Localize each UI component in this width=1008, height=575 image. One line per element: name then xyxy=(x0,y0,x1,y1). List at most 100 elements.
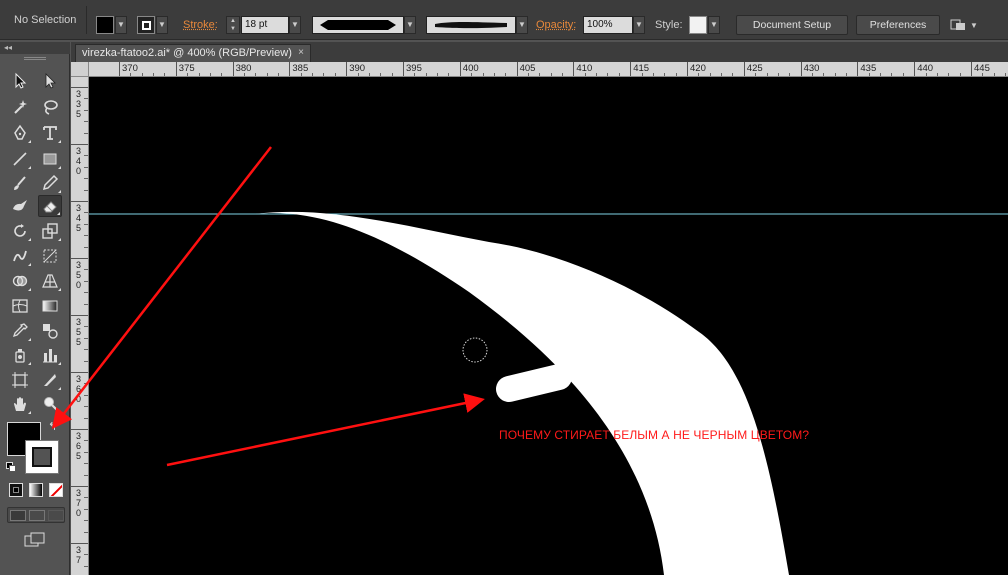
tool-group-indicator xyxy=(58,288,61,291)
gradient-tool[interactable] xyxy=(38,295,62,317)
opacity-input[interactable]: 100% xyxy=(583,16,633,34)
pencil-tool[interactable] xyxy=(38,172,62,194)
warp-tool[interactable] xyxy=(8,245,32,267)
mesh-tool[interactable] xyxy=(8,295,32,317)
arrange-documents-button[interactable]: ▼ xyxy=(950,16,980,34)
artboard-tool[interactable] xyxy=(8,369,32,391)
tools-panel-header[interactable]: ◂◂ xyxy=(0,42,70,54)
rotate-tool[interactable] xyxy=(8,220,32,242)
swap-fill-stroke-icon[interactable]: ↰ xyxy=(48,420,57,433)
brush-definition[interactable] xyxy=(426,16,516,34)
pen-tool[interactable] xyxy=(8,122,32,144)
scale-tool[interactable] xyxy=(38,220,62,242)
ruler-major-tick xyxy=(71,429,88,430)
ruler-major-tick xyxy=(71,87,88,88)
stroke-label[interactable]: Stroke: xyxy=(183,16,218,34)
perspective-grid-tool[interactable] xyxy=(38,270,62,292)
document-setup-button[interactable]: Document Setup xyxy=(736,15,848,35)
stroke-color-box[interactable] xyxy=(25,440,59,474)
stroke-weight-input[interactable]: 18 pt xyxy=(241,16,289,34)
style-swatch[interactable] xyxy=(689,16,707,34)
separator xyxy=(86,6,87,34)
ruler-tick-label: 3 4 0 xyxy=(76,146,82,176)
draw-behind-button[interactable] xyxy=(29,510,45,521)
tool-group-indicator xyxy=(58,166,61,169)
eraser-cursor-icon xyxy=(462,337,488,363)
fill-dropdown-arrow[interactable]: ▼ xyxy=(115,16,127,34)
style-label: Style: xyxy=(655,19,683,31)
column-graph-tool[interactable] xyxy=(38,344,62,366)
eraser-tool[interactable] xyxy=(38,195,62,217)
stroke-swatch[interactable] xyxy=(137,16,155,34)
opacity-dropdown[interactable]: ▼ xyxy=(633,16,645,34)
free-transform-tool[interactable] xyxy=(38,245,62,267)
ruler-tick-label: 3 7 xyxy=(76,545,82,565)
direct-selection-tool[interactable] xyxy=(38,70,62,92)
eyedropper-tool[interactable] xyxy=(8,320,32,342)
ruler-major-tick xyxy=(71,144,88,145)
gradient-mode-button[interactable] xyxy=(29,483,43,497)
paintbrush-icon xyxy=(14,176,26,190)
draw-inside-button[interactable] xyxy=(48,510,64,521)
ruler-tick-label: 3 5 0 xyxy=(76,260,82,290)
ruler-major-tick xyxy=(403,62,404,76)
scale-icon xyxy=(42,223,58,239)
ruler-major-tick xyxy=(71,201,88,202)
hand-tool[interactable] xyxy=(8,393,32,415)
blob-brush-tool[interactable] xyxy=(8,195,32,217)
stroke-weight-dropdown[interactable]: ▼ xyxy=(289,16,301,34)
tool-group-indicator xyxy=(28,140,31,143)
opacity-label[interactable]: Opacity: xyxy=(536,16,576,34)
blend-tool[interactable] xyxy=(38,320,62,342)
blend-icon xyxy=(43,324,58,339)
line-segment-icon xyxy=(13,152,27,166)
brush-stroke-icon xyxy=(435,22,507,29)
screen-mode-button[interactable] xyxy=(24,532,46,548)
horizontal-ruler[interactable]: 370 375 380 385 390 395 400 405 410 415 420 425 430 4… xyxy=(89,62,1008,77)
symbol-sprayer-tool[interactable] xyxy=(8,344,32,366)
none-mode-button[interactable] xyxy=(49,483,63,497)
ruler-major-tick xyxy=(71,315,88,316)
tool-group-indicator xyxy=(28,166,31,169)
variable-width-profile[interactable] xyxy=(312,16,404,34)
magic-wand-tool[interactable] xyxy=(8,96,32,118)
default-fill-stroke-icon[interactable] xyxy=(6,462,16,472)
ruler-major-tick xyxy=(573,62,575,76)
type-t-icon xyxy=(43,126,57,140)
draw-normal-button[interactable] xyxy=(10,510,26,521)
color-mode-button[interactable] xyxy=(9,483,23,497)
tool-group-indicator xyxy=(58,362,61,365)
selection-tool[interactable] xyxy=(8,70,32,92)
shape-builder-tool[interactable] xyxy=(8,270,32,292)
document-tab[interactable]: virezka-ftatoo2.ai* @ 400% (RGB/Preview)… xyxy=(75,44,311,62)
ruler-major-tick xyxy=(346,62,348,76)
eraser-white-stroke[interactable] xyxy=(496,364,572,402)
style-dropdown[interactable]: ▼ xyxy=(708,16,720,34)
ruler-tick-label: 3 6 0 xyxy=(76,374,82,404)
slice-tool[interactable] xyxy=(38,369,62,391)
paintbrush-tool[interactable] xyxy=(8,172,32,194)
preferences-button[interactable]: Preferences xyxy=(856,15,940,35)
ruler-major-tick xyxy=(232,62,234,76)
stroke-weight-stepper[interactable]: ▲ ▼ xyxy=(226,16,240,34)
width-profile-dropdown[interactable]: ▼ xyxy=(404,16,416,34)
tool-group-indicator xyxy=(58,238,61,241)
ruler-major-tick xyxy=(289,62,291,76)
fill-swatch[interactable] xyxy=(96,16,114,34)
ruler-origin[interactable] xyxy=(71,62,89,77)
lasso-tool[interactable] xyxy=(38,96,62,118)
stroke-dropdown-arrow[interactable]: ▼ xyxy=(156,16,168,34)
vertical-ruler[interactable]: 3 3 5 3 4 0 3 4 5 3 5 0 3 5 5 3 6 0 3 6 5 3 7 0… xyxy=(71,77,89,575)
magic-wand-icon xyxy=(14,100,27,114)
close-icon[interactable]: × xyxy=(298,45,304,61)
type-tool[interactable] xyxy=(38,122,62,144)
zoom-tool[interactable] xyxy=(38,393,62,415)
direct-selection-arrow-icon xyxy=(45,73,56,89)
panel-grip[interactable] xyxy=(24,57,46,60)
brush-dropdown[interactable]: ▼ xyxy=(516,16,528,34)
free-transform-icon xyxy=(43,249,57,263)
rectangle-tool[interactable] xyxy=(38,148,62,170)
ruler-tick-label: 3 7 0 xyxy=(76,488,82,518)
artboard-canvas[interactable]: ПОЧЕМУ СТИРАЕТ БЕЛЫМ А НЕ ЧЕРНЫМ ЦВЕТОМ? xyxy=(89,77,1008,575)
line-segment-tool[interactable] xyxy=(8,148,32,170)
